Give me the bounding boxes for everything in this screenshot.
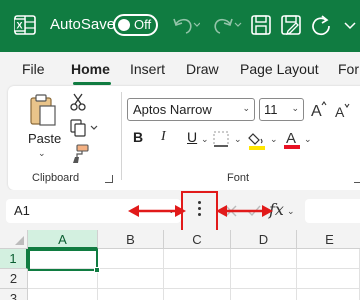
- italic-button[interactable]: I: [161, 129, 166, 145]
- redo-icon[interactable]: [212, 13, 242, 37]
- name-box[interactable]: A1 ⌄: [6, 199, 181, 223]
- tab-formulas[interactable]: For: [338, 61, 359, 77]
- cell[interactable]: [231, 249, 297, 269]
- copy-icon[interactable]: [70, 119, 100, 137]
- row-header-2[interactable]: 2: [0, 269, 28, 289]
- column-header-c[interactable]: C: [164, 230, 231, 249]
- cell[interactable]: [231, 289, 297, 300]
- chevron-down-icon: ⌄: [167, 205, 175, 215]
- autosave-toggle[interactable]: Off: [113, 14, 158, 36]
- cell[interactable]: [28, 289, 98, 300]
- column-header-e[interactable]: E: [297, 230, 360, 249]
- cell[interactable]: [297, 289, 360, 300]
- column-header-d[interactable]: D: [231, 230, 297, 249]
- svg-text:A: A: [286, 130, 296, 147]
- clipboard-dialog-launcher-icon[interactable]: [105, 175, 113, 183]
- bold-button[interactable]: B: [133, 129, 143, 145]
- underline-button[interactable]: U: [187, 129, 197, 145]
- save-as-icon[interactable]: [280, 13, 302, 37]
- tab-insert[interactable]: Insert: [130, 61, 165, 77]
- row-header-3[interactable]: 3: [0, 289, 28, 300]
- undo-icon[interactable]: [170, 13, 200, 37]
- refresh-icon[interactable]: [310, 13, 332, 37]
- decrease-font-size-icon[interactable]: A: [334, 101, 352, 121]
- autosave-label: AutoSave: [50, 16, 116, 33]
- fill-handle[interactable]: [94, 267, 100, 273]
- cell[interactable]: [231, 269, 297, 289]
- paste-dropdown-icon[interactable]: ⌄: [38, 148, 46, 159]
- more-commands-icon[interactable]: [342, 13, 358, 37]
- cell[interactable]: [164, 289, 231, 300]
- svg-text:A: A: [335, 104, 345, 120]
- toggle-state-label: Off: [134, 17, 152, 32]
- worksheet-grid: A B C D E 1 2 3: [0, 230, 360, 300]
- fill-color-icon[interactable]: [248, 130, 270, 150]
- font-family-select[interactable]: Aptos Narrow ⌄: [127, 98, 255, 121]
- format-painter-icon[interactable]: [70, 144, 90, 164]
- ribbon: Paste ⌄ Clipboard Aptos Narrow ⌄ 11 ⌄ A …: [8, 86, 360, 190]
- toggle-knob: [118, 19, 130, 31]
- cut-icon[interactable]: [70, 93, 86, 111]
- group-divider: [121, 92, 122, 180]
- font-color-icon[interactable]: A: [283, 128, 303, 150]
- column-header-b[interactable]: B: [98, 230, 164, 249]
- select-all-button[interactable]: [0, 230, 28, 249]
- tab-file[interactable]: File: [22, 61, 45, 77]
- insert-function-button[interactable]: fx: [269, 200, 284, 219]
- active-tab-indicator: [73, 82, 111, 85]
- select-all-icon: [15, 236, 24, 245]
- paste-icon[interactable]: [28, 93, 58, 127]
- fill-color-dropdown-icon[interactable]: ⌄: [270, 134, 278, 145]
- excel-logo-icon[interactable]: X: [14, 14, 36, 36]
- font-color-dropdown-icon[interactable]: ⌄: [304, 134, 312, 145]
- cell[interactable]: [164, 269, 231, 289]
- font-family-value: Aptos Narrow: [133, 102, 212, 117]
- title-bar: X AutoSave Off: [0, 0, 360, 52]
- font-size-value: 11: [264, 102, 278, 117]
- ribbon-tabs: File Home Insert Draw Page Layout For: [0, 52, 360, 86]
- row-header-1[interactable]: 1: [0, 249, 28, 269]
- cell[interactable]: [297, 249, 360, 269]
- formula-dropdown-icon[interactable]: ⌄: [287, 206, 295, 217]
- formula-bar-actions: [225, 205, 261, 217]
- cell[interactable]: [28, 269, 98, 289]
- cell[interactable]: [98, 289, 164, 300]
- enter-icon[interactable]: [247, 205, 261, 217]
- cell[interactable]: [164, 249, 231, 269]
- active-cell-a1[interactable]: [28, 249, 100, 273]
- tab-home[interactable]: Home: [71, 61, 110, 77]
- cancel-icon[interactable]: [225, 205, 237, 217]
- resize-handle-highlight: [181, 191, 218, 232]
- clipboard-group-label: Clipboard: [32, 172, 80, 184]
- tab-draw[interactable]: Draw: [186, 61, 219, 77]
- name-box-resize-handle[interactable]: [198, 201, 202, 219]
- cell[interactable]: [98, 269, 164, 289]
- save-icon[interactable]: [250, 13, 272, 37]
- cell[interactable]: [297, 269, 360, 289]
- tab-page-layout[interactable]: Page Layout: [240, 61, 319, 77]
- chevron-down-icon: ⌄: [242, 103, 250, 113]
- font-dialog-launcher-icon[interactable]: [354, 175, 360, 183]
- borders-dropdown-icon[interactable]: ⌄: [234, 134, 242, 145]
- formula-input[interactable]: [305, 199, 360, 223]
- svg-text:X: X: [16, 21, 22, 31]
- chevron-down-icon: ⌄: [291, 103, 299, 113]
- svg-text:A: A: [311, 103, 322, 119]
- borders-icon[interactable]: [213, 131, 231, 149]
- paste-button-label[interactable]: Paste: [28, 131, 61, 146]
- column-header-a[interactable]: A: [28, 230, 98, 249]
- underline-dropdown-icon[interactable]: ⌄: [201, 134, 209, 145]
- font-size-select[interactable]: 11 ⌄: [259, 98, 304, 121]
- name-box-value: A1: [14, 203, 30, 218]
- increase-font-size-icon[interactable]: A: [310, 99, 328, 119]
- cell[interactable]: [98, 249, 164, 269]
- font-group-label: Font: [227, 172, 250, 184]
